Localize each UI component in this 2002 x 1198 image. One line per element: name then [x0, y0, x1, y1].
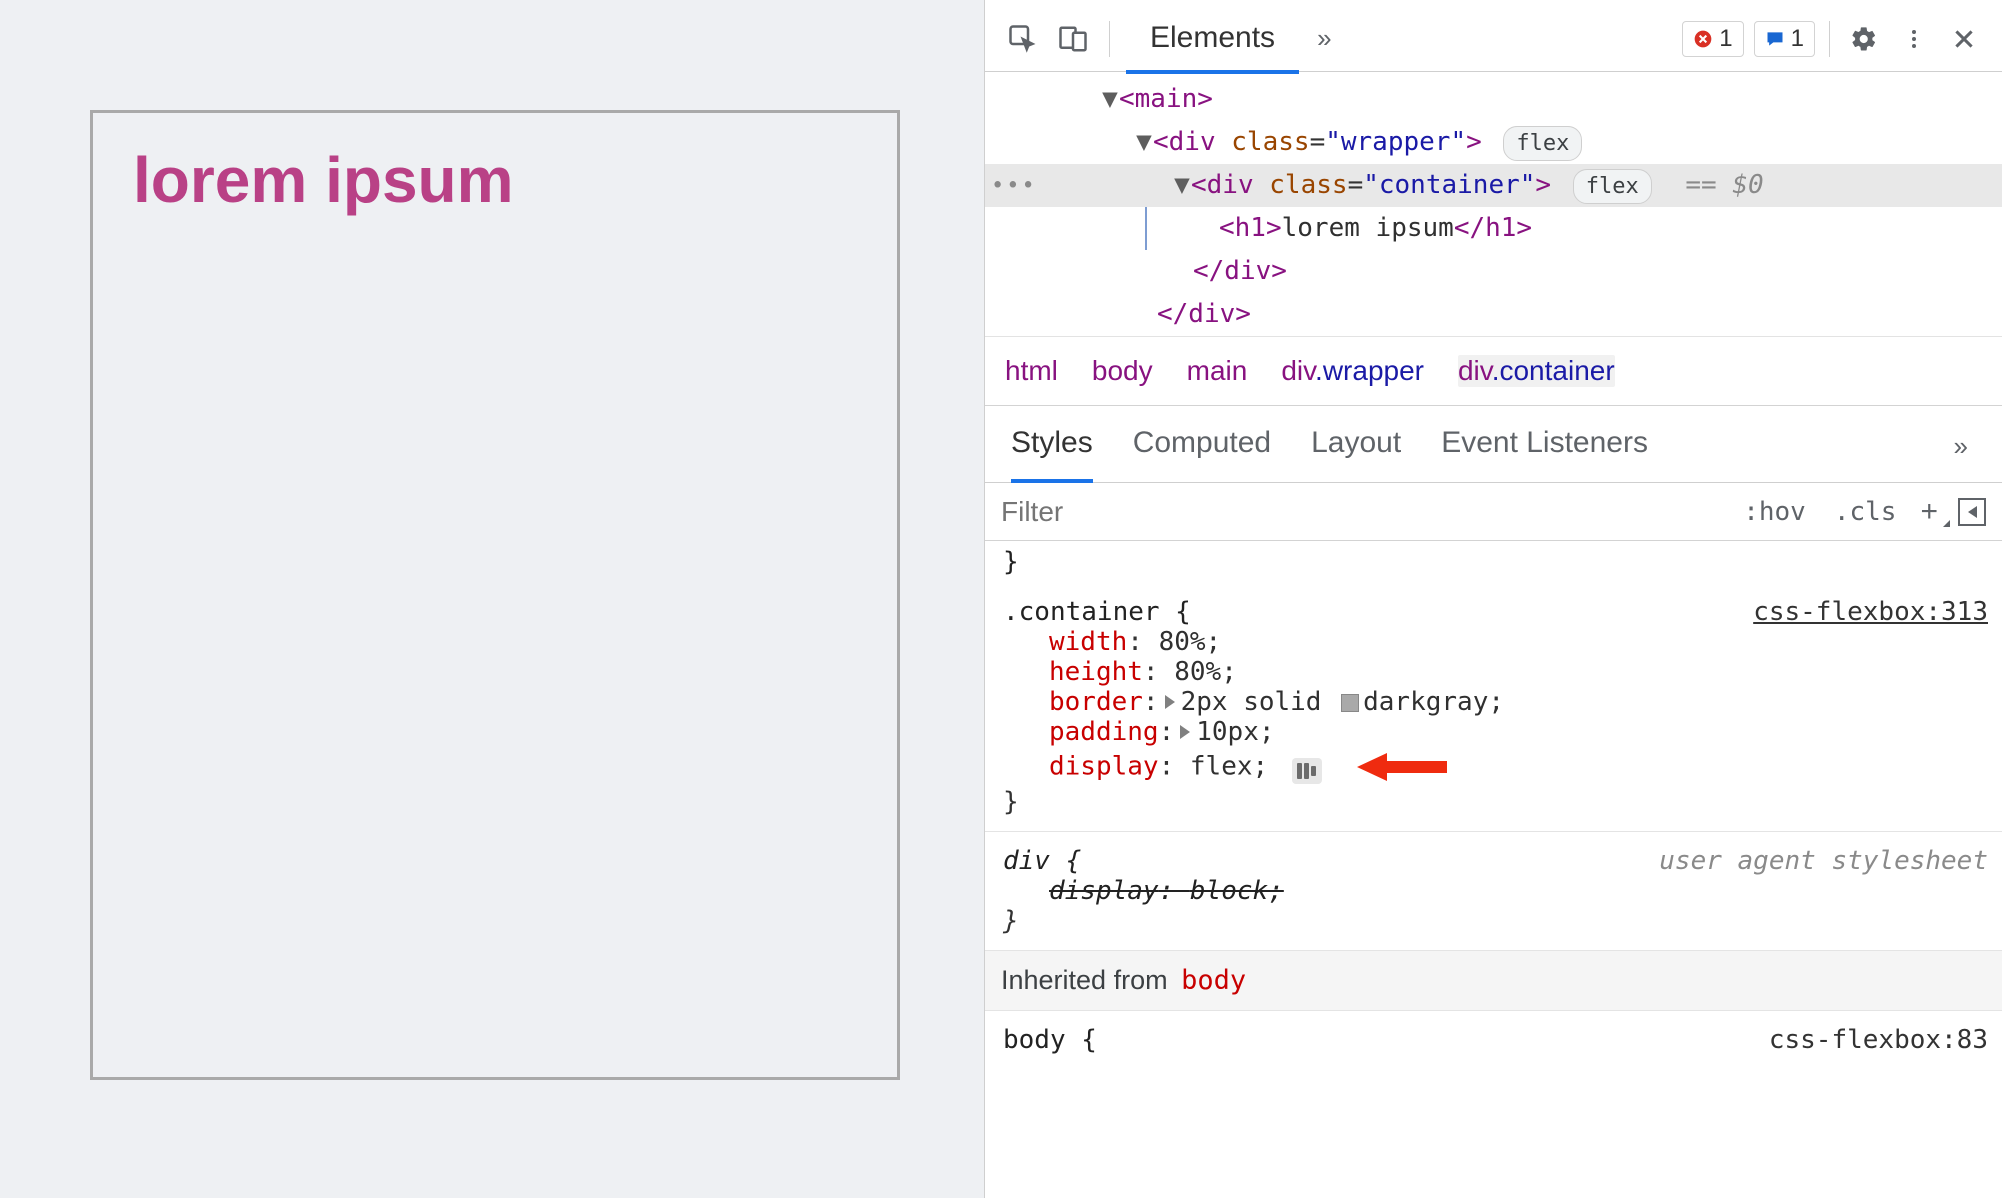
- tab-event-listeners[interactable]: Event Listeners: [1441, 416, 1648, 476]
- expand-shorthand-icon[interactable]: [1180, 725, 1190, 739]
- page-preview: lorem ipsum: [0, 0, 984, 1198]
- rule-close: }: [1003, 906, 1984, 936]
- gear-icon[interactable]: [1844, 19, 1884, 59]
- error-count: 1: [1719, 25, 1732, 53]
- dom-wrapper-open[interactable]: <div: [1153, 127, 1216, 157]
- more-subtabs-icon[interactable]: »: [1946, 431, 1976, 462]
- inherited-header: Inherited from body: [985, 951, 2002, 1011]
- computed-sidebar-toggle-icon[interactable]: [1958, 498, 1986, 526]
- style-rules-pane[interactable]: } css-flexbox:313 .container { width: 80…: [985, 541, 2002, 1198]
- disclosure-triangle-icon[interactable]: ▼: [1101, 80, 1119, 119]
- rule-div-ua[interactable]: user agent stylesheet div { display: blo…: [985, 832, 2002, 951]
- rule-close-fragment: }: [985, 541, 2002, 583]
- expand-shorthand-icon[interactable]: [1165, 695, 1175, 709]
- dom-selected-node[interactable]: ••• ▼<div class="container"> flex == $0: [985, 164, 2002, 207]
- dom-div-close[interactable]: </div>: [985, 250, 2002, 293]
- tab-layout[interactable]: Layout: [1311, 416, 1401, 476]
- flexbox-editor-icon[interactable]: [1292, 758, 1322, 784]
- page-heading: lorem ipsum: [133, 143, 857, 217]
- devtools-toolbar: Elements » 1 1: [985, 0, 2002, 72]
- devtools-panel: Elements » 1 1 ▼<main> ▼<div class="wrap…: [984, 0, 2002, 1198]
- more-tabs-icon[interactable]: »: [1309, 23, 1339, 54]
- error-badge[interactable]: 1: [1682, 21, 1743, 57]
- source-link[interactable]: css-flexbox:83: [1769, 1025, 1988, 1055]
- source-note: user agent stylesheet: [1659, 846, 1988, 876]
- tab-computed[interactable]: Computed: [1133, 416, 1271, 476]
- disclosure-triangle-icon[interactable]: ▼: [1173, 166, 1191, 205]
- color-swatch[interactable]: [1341, 694, 1359, 712]
- breadcrumb-wrapper[interactable]: div.wrapper: [1281, 355, 1424, 387]
- styles-filter-input[interactable]: [985, 486, 1729, 538]
- cls-toggle[interactable]: .cls: [1820, 497, 1911, 527]
- rule-body-partial[interactable]: css-flexbox:83 body {: [985, 1011, 2002, 1057]
- breadcrumb-body[interactable]: body: [1092, 355, 1153, 387]
- annotation-arrow-icon: [1357, 747, 1447, 787]
- dom-tree[interactable]: ▼<main> ▼<div class="wrapper"> flex ••• …: [985, 72, 2002, 336]
- inspect-icon[interactable]: [1003, 19, 1043, 59]
- styles-subtabs: Styles Computed Layout Event Listeners »: [985, 406, 2002, 483]
- dom-main-open[interactable]: <main>: [1119, 84, 1213, 114]
- breadcrumb-html[interactable]: html: [1005, 355, 1058, 387]
- divider: [1109, 21, 1110, 57]
- kebab-menu-icon[interactable]: [1894, 19, 1934, 59]
- rule-container[interactable]: css-flexbox:313 .container { width: 80%;…: [985, 583, 2002, 832]
- hov-toggle[interactable]: :hov: [1729, 497, 1820, 527]
- selection-marker: == $0: [1685, 170, 1763, 200]
- message-badge[interactable]: 1: [1754, 21, 1815, 57]
- flex-badge[interactable]: flex: [1573, 169, 1652, 204]
- flex-badge[interactable]: flex: [1503, 126, 1582, 161]
- breadcrumb-main[interactable]: main: [1187, 355, 1248, 387]
- message-count: 1: [1791, 25, 1804, 53]
- dom-row-actions-icon[interactable]: •••: [991, 169, 1037, 202]
- tab-styles[interactable]: Styles: [1011, 416, 1093, 476]
- rule-close: }: [1003, 787, 1984, 817]
- container-box: lorem ipsum: [90, 110, 900, 1080]
- device-toggle-icon[interactable]: [1053, 19, 1093, 59]
- breadcrumb-container[interactable]: div.container: [1458, 355, 1615, 387]
- source-link[interactable]: css-flexbox:313: [1753, 597, 1988, 627]
- disclosure-triangle-icon[interactable]: ▼: [1135, 123, 1153, 162]
- divider: [1829, 21, 1830, 57]
- dom-div-close[interactable]: </div>: [985, 293, 2002, 336]
- tab-elements[interactable]: Elements: [1126, 9, 1299, 69]
- close-icon[interactable]: [1944, 19, 1984, 59]
- new-style-rule-icon[interactable]: +: [1910, 495, 1948, 529]
- styles-filter-bar: :hov .cls +: [985, 483, 2002, 541]
- dom-h1-node[interactable]: <h1>lorem ipsum</h1>: [985, 207, 2002, 250]
- breadcrumb: html body main div.wrapper div.container: [985, 336, 2002, 406]
